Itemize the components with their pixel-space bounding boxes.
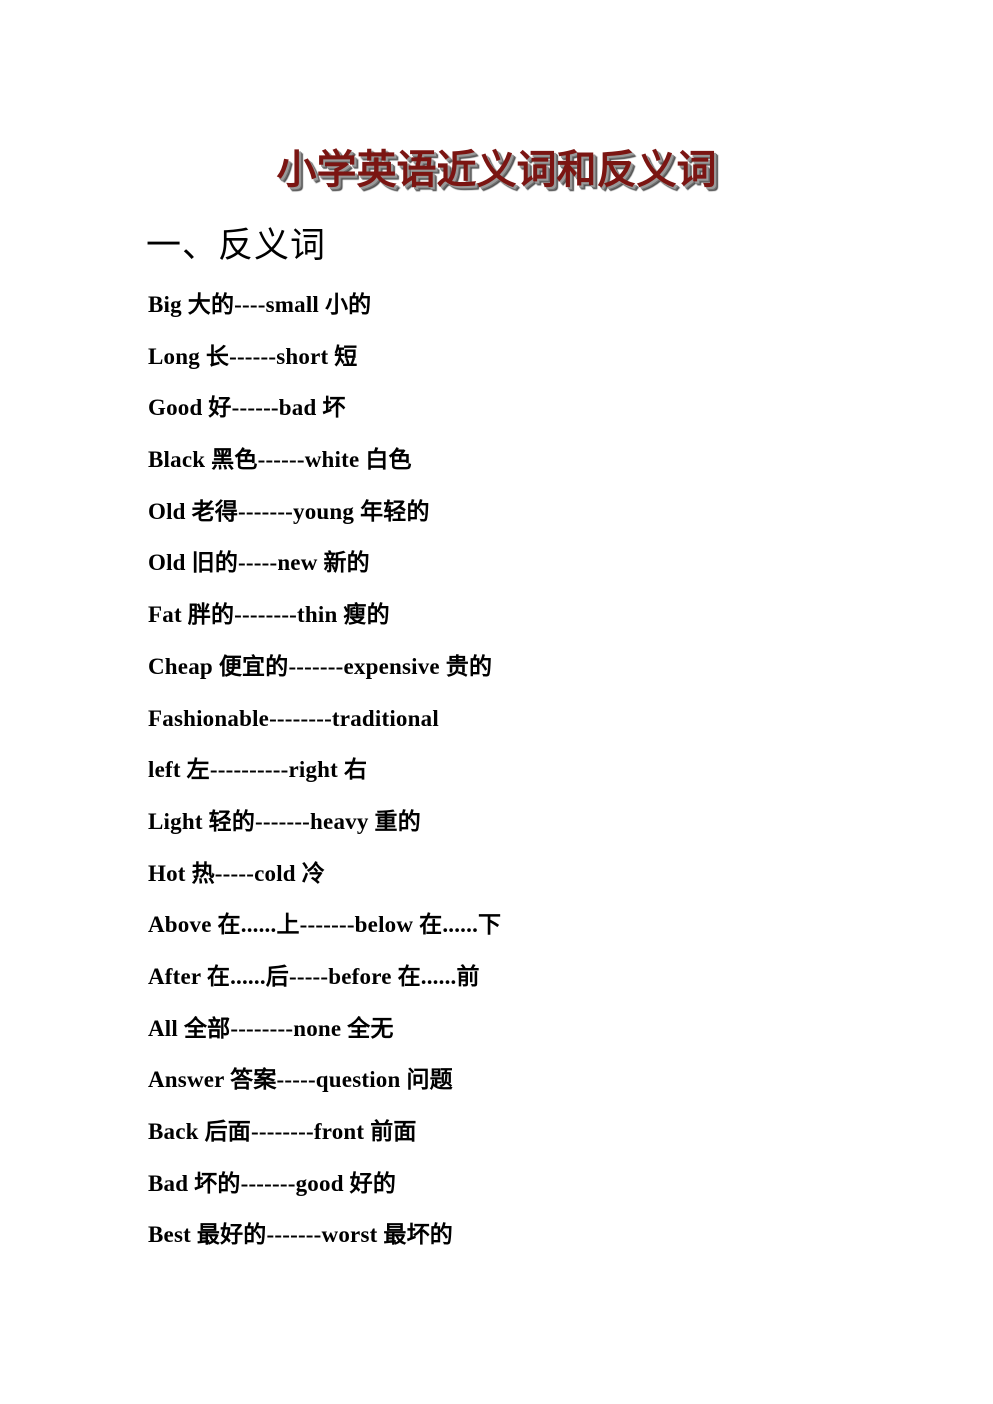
antonym-pair-line: left 左----------right 右	[148, 757, 368, 783]
document-title: 小学英语近义词和反义词	[276, 147, 717, 193]
antonym-pair-line: After 在......后-----before 在......前	[148, 963, 480, 989]
document-page: 小学英语近义词和反义词 一、反义词 Big 大的----small 小的 Lon…	[0, 0, 993, 1404]
antonym-pair-list: Big 大的----small 小的 Long 长------short 短 G…	[148, 288, 948, 1270]
antonym-pair-line: Old 老得-------young 年轻的	[148, 498, 430, 524]
antonym-pair-line: Long 长------short 短	[148, 343, 358, 369]
antonym-pair-line: Black 黑色------white 白色	[148, 447, 412, 473]
antonym-pair-line: Big 大的----small 小的	[148, 292, 372, 317]
antonym-pair-line: Old 旧的-----new 新的	[148, 550, 370, 576]
antonym-pair-line: Answer 答案-----question 问题	[148, 1067, 453, 1093]
antonym-pair-line: Good 好------bad 坏	[148, 395, 346, 421]
antonym-pair-line: All 全部--------none 全无	[148, 1015, 394, 1041]
antonym-pair-line: Above 在......上-------below 在......下	[148, 912, 502, 938]
antonym-pair-line: Fashionable--------traditional	[148, 705, 439, 731]
antonym-pair-line: Light 轻的-------heavy 重的	[148, 808, 421, 834]
antonym-pair-line: Hot 热-----cold 冷	[148, 860, 325, 886]
antonym-pair-line: Best 最好的-------worst 最坏的	[148, 1222, 454, 1248]
antonym-pair-line: Bad 坏的-------good 好的	[148, 1170, 397, 1196]
antonym-pair-line: Back 后面--------front 前面	[148, 1119, 417, 1144]
antonym-pair-line: Cheap 便宜的-------expensive 贵的	[148, 653, 493, 679]
section-heading-antonyms: 一、反义词	[146, 226, 327, 266]
antonym-pair-line: Fat 胖的--------thin 瘦的	[148, 602, 390, 628]
